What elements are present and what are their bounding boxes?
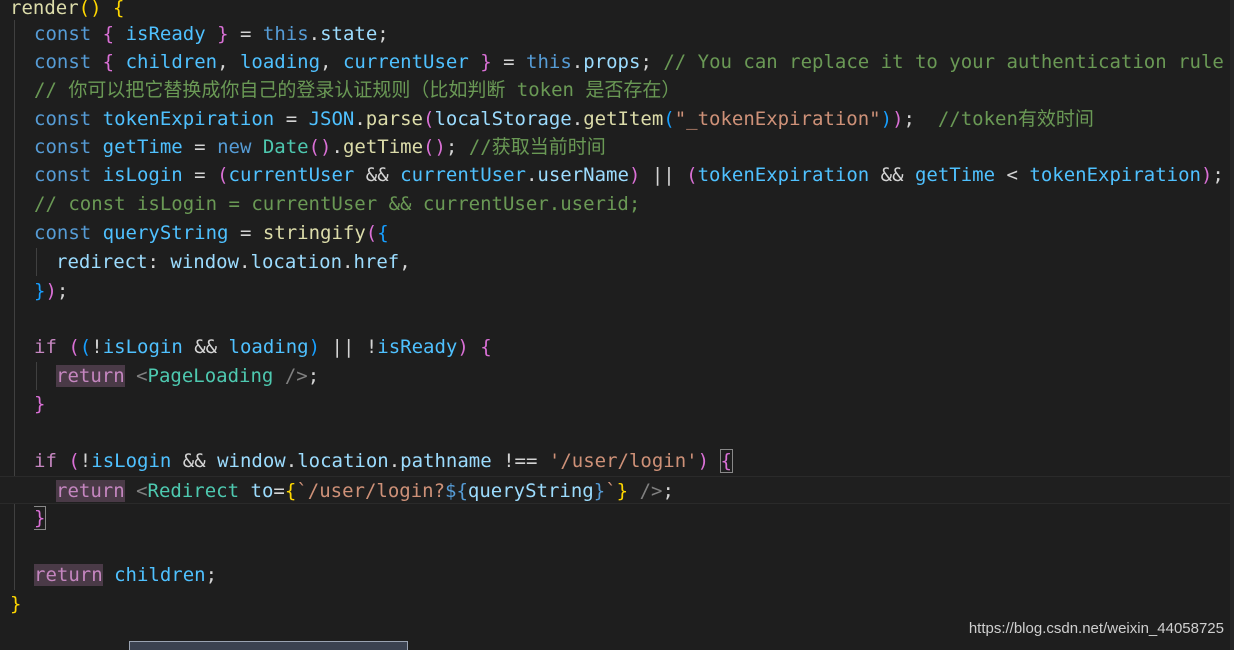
token: tokenExpiration	[1029, 164, 1201, 186]
token: const	[34, 164, 92, 186]
token: if	[34, 450, 57, 472]
token: userName	[537, 164, 629, 186]
token: {	[102, 51, 115, 73]
token: return	[56, 365, 125, 387]
token: href	[353, 251, 400, 273]
token: const	[34, 222, 92, 244]
token: return	[56, 480, 125, 502]
token: tokenExpiration	[697, 164, 870, 186]
token: isLogin	[91, 450, 172, 472]
token: render	[10, 0, 79, 19]
token: const	[34, 51, 92, 73]
code-line-16-current[interactable]: return <Redirect to={`/user/login?${quer…	[0, 476, 1234, 504]
code-line-6[interactable]: const getTime = new Date().getTime(); //…	[34, 133, 1234, 161]
comment: // const isLogin = currentUser && curren…	[34, 193, 641, 215]
code-line-9[interactable]: const queryString = stringify({	[34, 219, 1234, 247]
token: queryString	[102, 222, 229, 244]
token: loading	[239, 51, 321, 73]
token: window	[170, 251, 240, 273]
code-line-3[interactable]: const { children, loading, currentUser }…	[34, 48, 1234, 76]
token: redirect	[56, 251, 148, 273]
watermark: https://blog.csdn.net/weixin_44058725	[968, 620, 1224, 637]
indent-guide	[36, 362, 37, 390]
code-line-7[interactable]: const isLogin = (currentUser && currentU…	[34, 161, 1234, 189]
indent-guide	[36, 248, 37, 276]
token: =	[228, 23, 263, 45]
token: to	[250, 480, 274, 502]
token: currentUser	[342, 51, 469, 73]
token: isReady	[125, 23, 206, 45]
code-editor[interactable]: render() { const { isReady } = this.stat…	[0, 0, 1234, 650]
token: children	[114, 564, 206, 586]
token: parse	[365, 108, 423, 130]
token: queryString	[467, 480, 594, 502]
code-line-2[interactable]: const { isReady } = this.state;	[34, 20, 1234, 48]
token: }	[217, 23, 229, 45]
token: isLogin	[102, 164, 183, 186]
token: isReady	[377, 336, 458, 358]
token: }	[480, 51, 492, 73]
token: `	[605, 480, 617, 502]
token: const	[34, 23, 92, 45]
token: children	[125, 51, 218, 73]
token: Redirect	[147, 480, 240, 502]
token: if	[34, 336, 57, 358]
token: `/user/login?	[296, 480, 446, 502]
token: location	[297, 450, 389, 472]
indent-guide	[14, 20, 15, 590]
comment: //token有效时间	[937, 108, 1094, 130]
token: getTime	[914, 164, 996, 186]
token: '/user/login'	[548, 450, 698, 472]
token: getTime	[342, 136, 424, 158]
token: currentUser	[228, 164, 355, 186]
token: location	[250, 251, 343, 273]
token: window	[217, 450, 286, 472]
token: localStorage	[434, 108, 572, 130]
token: state	[320, 23, 378, 45]
code-line-19[interactable]: return children;	[34, 561, 1234, 589]
code-line-10[interactable]: redirect: window.location.href,	[56, 248, 1234, 276]
autocomplete-popup-edge	[129, 641, 408, 650]
comment: // 你可以把它替换成你自己的登录认证规则（比如判断 token 是否存在）	[34, 79, 681, 101]
token: loading	[228, 336, 309, 358]
code-line-12[interactable]: if ((!isLogin && loading) || !isReady) {	[34, 333, 1234, 361]
token: props	[583, 51, 641, 73]
token: this	[262, 23, 309, 45]
token: const	[34, 136, 92, 158]
token: return	[34, 564, 103, 586]
code-line-17[interactable]: }	[34, 504, 1234, 532]
token: new	[217, 136, 252, 158]
scrollbar[interactable]	[1230, 0, 1234, 650]
code-line-5[interactable]: const tokenExpiration = JSON.parse(local…	[34, 105, 1234, 133]
token: {	[102, 23, 115, 45]
token: pathname	[400, 450, 492, 472]
token: currentUser	[400, 164, 526, 186]
code-line-15[interactable]: if (!isLogin && window.location.pathname…	[34, 447, 1234, 475]
token: JSON	[308, 108, 355, 130]
token: this	[526, 51, 572, 73]
token: isLogin	[102, 336, 183, 358]
token: getTime	[102, 136, 183, 158]
token: Date	[262, 136, 309, 158]
token: getItem	[583, 108, 664, 130]
token: ()	[78, 0, 113, 19]
code-line-13[interactable]: return <PageLoading />;	[56, 362, 1234, 390]
code-line-20[interactable]: }	[10, 590, 1234, 618]
token: {	[112, 0, 125, 19]
token: PageLoading	[147, 365, 274, 387]
code-line-11[interactable]: });	[34, 277, 1234, 305]
token: "_tokenExpiration"	[674, 108, 881, 130]
token: tokenExpiration	[102, 108, 275, 130]
code-line-14[interactable]: }	[34, 390, 1234, 418]
code-line-4[interactable]: // 你可以把它替换成你自己的登录认证规则（比如判断 token 是否存在）	[34, 76, 1234, 104]
token: stringify	[262, 222, 366, 244]
token: const	[34, 108, 92, 130]
code-line-8[interactable]: // const isLogin = currentUser && curren…	[34, 190, 1234, 218]
code-line-1[interactable]: render() {	[10, 0, 1234, 22]
comment: //获取当前时间	[468, 136, 606, 158]
comment: // You can replace it to your authentica…	[663, 51, 1224, 73]
